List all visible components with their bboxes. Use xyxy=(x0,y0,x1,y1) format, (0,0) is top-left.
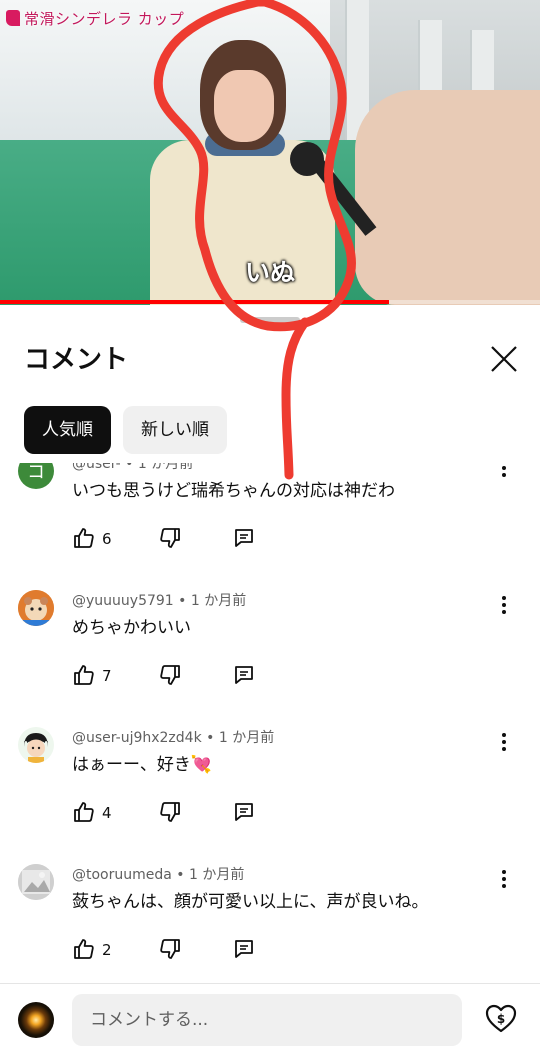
channel-logo: 常滑シンデレラ カップ xyxy=(6,8,184,29)
like-button[interactable]: 7 xyxy=(72,663,132,691)
thumbs-down-icon xyxy=(160,802,180,822)
comment-text: めちゃかわいい xyxy=(72,618,191,638)
close-button[interactable] xyxy=(484,339,524,379)
video-player[interactable]: 常滑シンデレラ カップ いぬ xyxy=(0,0,540,305)
chip-popular[interactable]: 人気順 xyxy=(24,406,111,454)
comment-age: 1 か月前 xyxy=(137,463,194,472)
video-progress-fill xyxy=(0,300,389,304)
dislike-button[interactable] xyxy=(158,526,184,554)
comment-item: @tooruumeda • 1 か月前 蔹ちゃんは、顔が可愛い以上に、声が良いね… xyxy=(0,850,540,983)
channel-logo-text: 常滑シンデレラ カップ xyxy=(24,10,185,28)
reply-icon xyxy=(235,529,253,547)
more-options-button[interactable] xyxy=(496,731,512,755)
drag-handle[interactable] xyxy=(240,317,300,323)
more-options-button[interactable] xyxy=(496,594,512,618)
reply-icon xyxy=(235,803,253,821)
thumbs-up-icon xyxy=(74,665,94,685)
like-button[interactable]: 2 xyxy=(72,937,132,965)
comment-composer: コメントする... $ xyxy=(0,983,540,1058)
hamster-avatar-icon[interactable] xyxy=(18,590,54,626)
video-subtitle: いぬ xyxy=(244,258,295,287)
comment-author[interactable]: @yuuuuy5791 xyxy=(72,593,174,609)
comment-actions: 2 xyxy=(72,937,272,965)
video-microphone xyxy=(290,142,324,176)
close-icon xyxy=(491,346,517,372)
comment-author[interactable]: @tooruumeda xyxy=(72,867,172,883)
comment-age: 1 か月前 xyxy=(189,867,245,883)
video-progress-bar[interactable] xyxy=(0,300,540,304)
comment-text: 蔹ちゃんは、顔が可愛い以上に、声が良いね。 xyxy=(72,892,429,912)
comment-author[interactable]: @user- xyxy=(72,463,121,472)
dislike-button[interactable] xyxy=(158,800,184,828)
dislike-button[interactable] xyxy=(158,663,184,691)
more-options-button[interactable] xyxy=(496,868,512,892)
svg-text:$: $ xyxy=(497,1012,505,1026)
comment-item: @yuuuuy5791 • 1 か月前 めちゃかわいい 7 xyxy=(0,576,540,713)
comment-meta: @user- • 1 か月前 xyxy=(72,463,193,473)
comment-meta: @user-uj9hx2zd4k • 1 か月前 xyxy=(72,730,275,746)
comment-meta: @yuuuuy5791 • 1 か月前 xyxy=(72,593,247,609)
thumbs-down-icon xyxy=(160,665,180,685)
thumbs-down-icon xyxy=(160,939,180,959)
comment-item: @user-uj9hx2zd4k • 1 か月前 はぁーー、好き💘 4 xyxy=(0,713,540,850)
comment-actions: 7 xyxy=(72,663,272,691)
like-button[interactable]: 6 xyxy=(72,526,132,554)
comment-author[interactable]: @user-uj9hx2zd4k xyxy=(72,730,202,746)
green-letter-avatar-icon[interactable]: コ xyxy=(18,463,54,489)
reply-button[interactable] xyxy=(232,800,258,828)
comment-list[interactable]: コ @user- • 1 か月前 いつも思うけど瑞希ちゃんの対応は神だわ 6 @… xyxy=(0,463,540,983)
like-button[interactable]: 4 xyxy=(72,800,132,828)
cinderella-logo-icon xyxy=(6,10,20,26)
reply-icon xyxy=(235,940,253,958)
dislike-button[interactable] xyxy=(158,937,184,965)
photo-avatar-icon[interactable] xyxy=(18,864,54,900)
like-count: 4 xyxy=(102,804,112,822)
thumbs-down-icon xyxy=(160,528,180,548)
svg-text:コ: コ xyxy=(27,463,45,483)
thumbs-up-icon xyxy=(74,802,94,822)
heart-dollar-icon: $ xyxy=(485,1004,517,1033)
sort-chips: 人気順 新しい順 xyxy=(24,406,227,454)
comments-panel: コメント 人気順 新しい順 コ @user- • 1 か月前 いつも思うけど瑞希… xyxy=(0,305,540,1058)
thumbs-up-icon xyxy=(74,939,94,959)
like-count: 6 xyxy=(102,530,112,548)
panel-title: コメント xyxy=(24,345,129,375)
more-options-button[interactable] xyxy=(496,463,512,481)
comment-item: コ @user- • 1 か月前 いつも思うけど瑞希ちゃんの対応は神だわ 6 xyxy=(0,463,540,576)
reply-icon xyxy=(235,666,253,684)
comment-text: いつも思うけど瑞希ちゃんの対応は神だわ xyxy=(72,481,395,501)
reply-button[interactable] xyxy=(232,526,258,554)
comment-input[interactable]: コメントする... xyxy=(72,994,462,1046)
comment-actions: 4 xyxy=(72,800,272,828)
comment-meta: @tooruumeda • 1 か月前 xyxy=(72,867,245,883)
thumbs-up-icon xyxy=(74,528,94,548)
comment-age: 1 か月前 xyxy=(190,593,247,609)
comment-age: 1 か月前 xyxy=(218,730,275,746)
cartoon-girl-avatar-icon[interactable] xyxy=(18,727,54,763)
like-count: 7 xyxy=(102,667,112,685)
like-count: 2 xyxy=(102,941,112,959)
chip-newest[interactable]: 新しい順 xyxy=(123,406,227,454)
comment-actions: 6 xyxy=(72,526,272,554)
comment-text: はぁーー、好き💘 xyxy=(72,755,212,775)
reply-button[interactable] xyxy=(232,937,258,965)
super-thanks-button[interactable]: $ xyxy=(484,1002,518,1036)
my-avatar-icon[interactable] xyxy=(18,1002,54,1038)
reply-button[interactable] xyxy=(232,663,258,691)
